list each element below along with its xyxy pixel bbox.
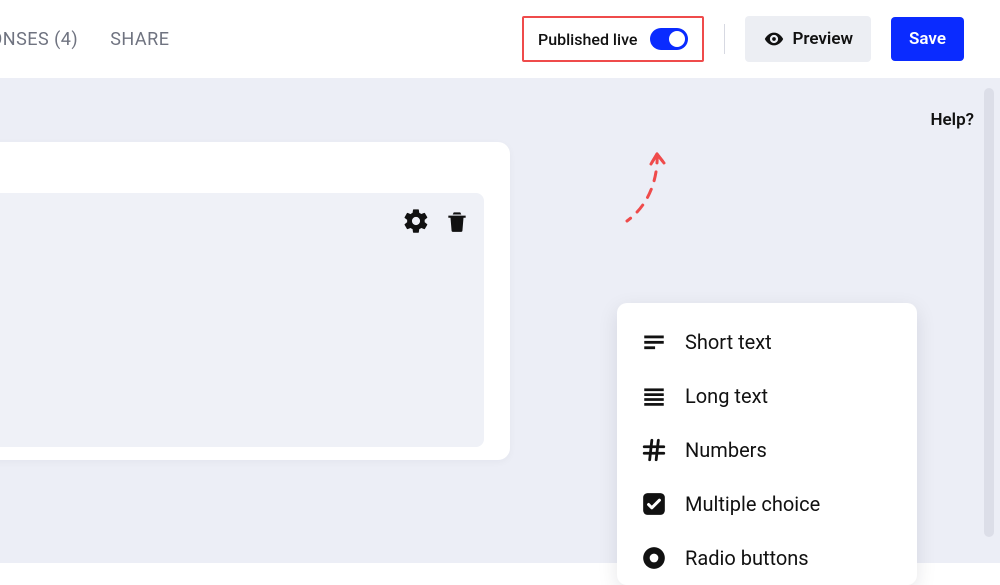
checkbox-checked-icon [641,491,667,517]
vertical-divider [724,24,725,54]
short-text-icon [641,329,667,355]
save-button[interactable]: Save [891,17,964,61]
field-item-label: Numbers [685,438,767,462]
top-header: PONSES (4) SHARE Published live Preview … [0,0,1000,78]
scrollbar[interactable] [984,88,994,537]
field-item-short-text[interactable]: Short text [617,315,917,369]
field-item-radio-buttons[interactable]: Radio buttons [617,531,917,585]
tab-share[interactable]: SHARE [110,29,169,50]
toggle-knob [669,31,685,47]
form-card [0,142,510,460]
annotation-arrow [617,146,677,236]
gear-icon[interactable] [402,207,430,235]
publish-live-highlight-box: Published live [522,16,704,62]
field-type-menu: Short text Long text Numbers Multiple ch… [617,303,917,585]
field-item-label: Short text [685,330,772,354]
trash-icon[interactable] [444,207,470,235]
hash-icon [641,437,667,463]
long-text-icon [641,383,667,409]
preview-button-label: Preview [793,29,854,49]
workspace-canvas: Help? Short text [0,78,1000,563]
field-item-label: Multiple choice [685,492,820,516]
field-item-label: Long text [685,384,768,408]
publish-live-toggle[interactable] [650,28,688,50]
publish-live-label: Published live [538,30,638,49]
radio-checked-icon [641,545,667,571]
question-block[interactable] [0,193,484,447]
header-tabs: PONSES (4) SHARE [0,29,169,50]
field-item-label: Radio buttons [685,546,809,570]
eye-icon [763,28,785,50]
tab-responses[interactable]: PONSES (4) [0,29,78,50]
question-actions [402,207,470,235]
preview-button[interactable]: Preview [745,16,872,62]
field-item-long-text[interactable]: Long text [617,369,917,423]
save-button-label: Save [909,29,946,49]
help-link[interactable]: Help? [930,110,974,130]
header-actions: Published live Preview Save [522,16,1000,62]
field-item-numbers[interactable]: Numbers [617,423,917,477]
field-item-multiple-choice[interactable]: Multiple choice [617,477,917,531]
